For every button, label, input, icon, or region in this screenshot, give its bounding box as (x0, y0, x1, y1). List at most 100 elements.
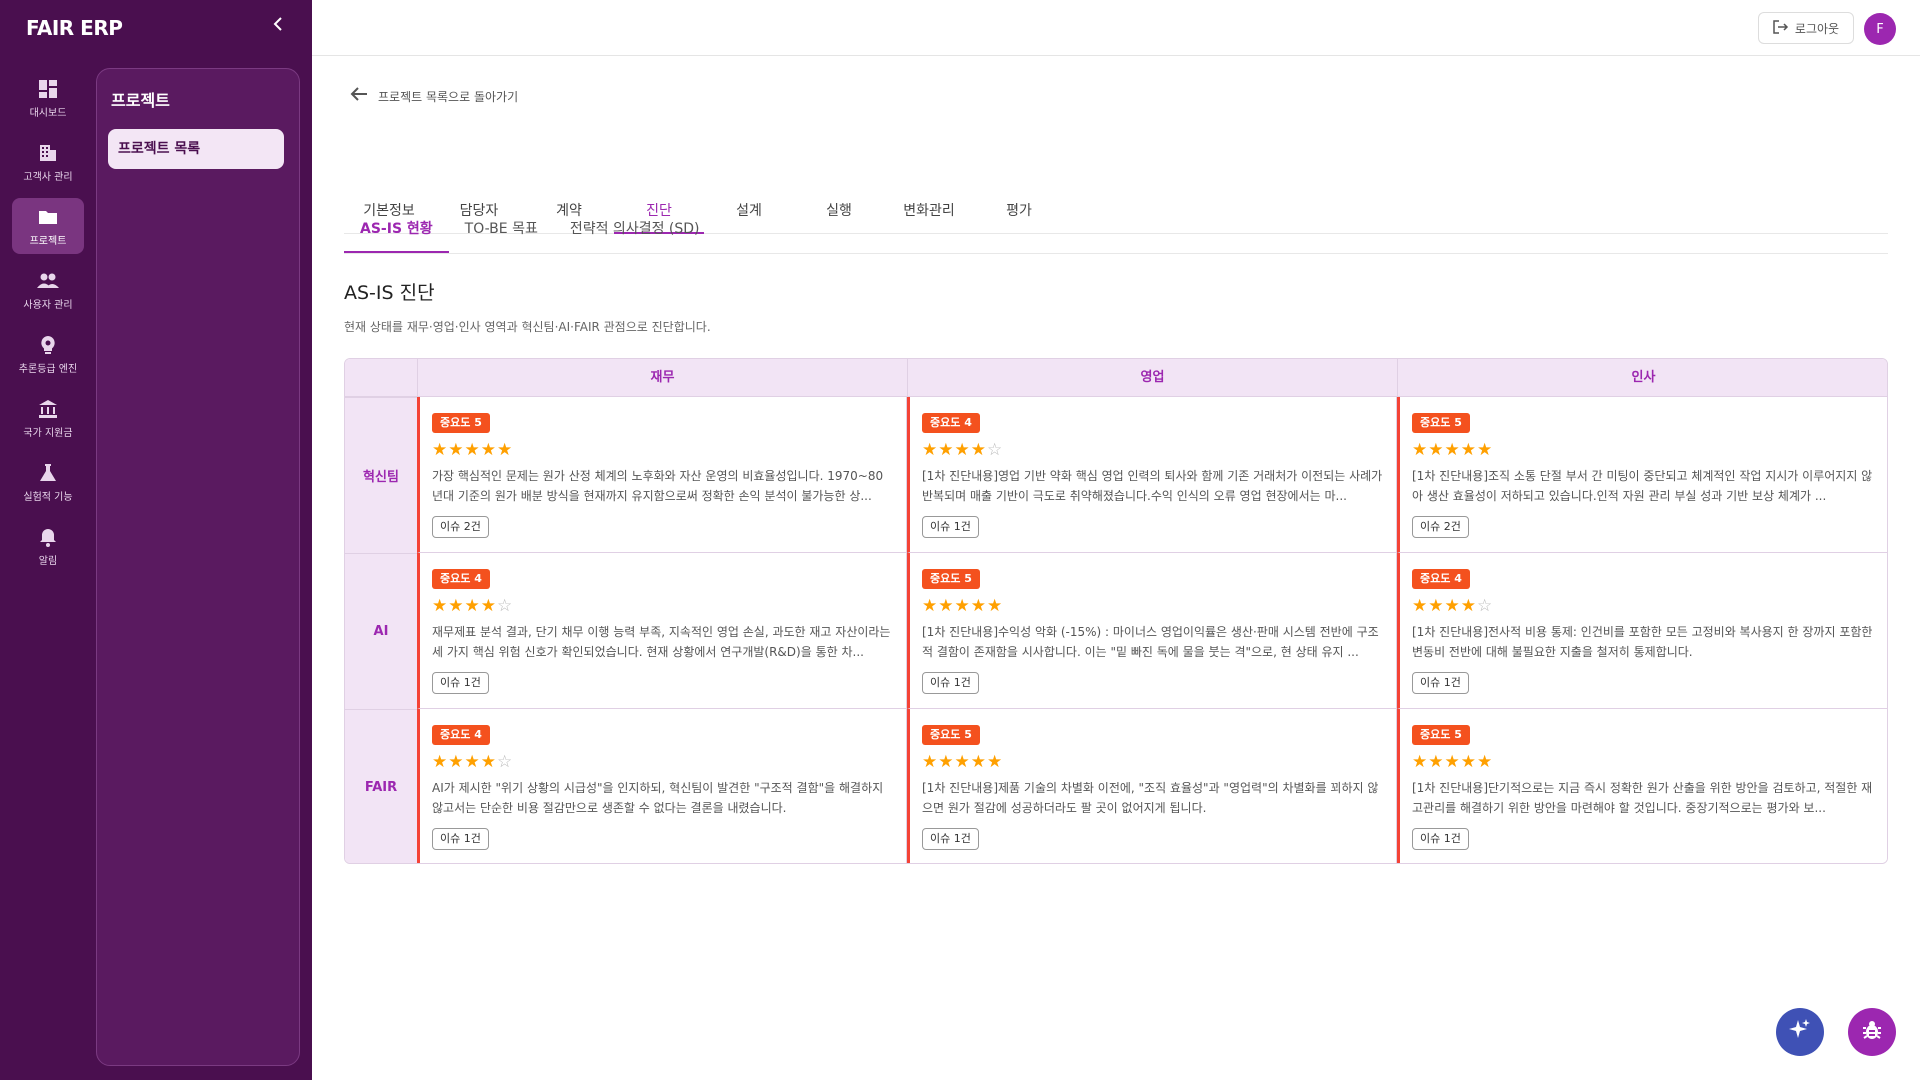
importance-badge: 중요도 4 (922, 413, 980, 433)
back-link[interactable]: 프로젝트 목록으로 돌아가기 (350, 86, 518, 107)
subtab-strategic-decision[interactable]: 전략적 의사결정 (SD) (554, 206, 716, 253)
logout-button[interactable]: 로그아웃 (1758, 12, 1854, 44)
importance-badge: 중요도 5 (922, 569, 980, 589)
diagnosis-card[interactable]: 중요도 4 ★★★★☆ 재무제표 분석 결과, 단기 채무 이행 능력 부족, 지속… (417, 553, 907, 709)
issue-count-chip[interactable]: 이슈 1건 (432, 828, 489, 850)
nav-label: 대시보드 (29, 107, 67, 119)
star-empty-icon: ☆ (497, 596, 514, 616)
logout-icon (1773, 19, 1789, 37)
star-filled-icon: ★ (480, 752, 497, 772)
star-filled-icon: ★ (1428, 752, 1445, 772)
star-filled-icon: ★ (1460, 752, 1477, 772)
bug-icon (1861, 1019, 1883, 1045)
diagnosis-card[interactable]: 중요도 5 ★★★★★ [1차 진단내용]단기적으로는 지금 즉시 정확한 원가 산… (1397, 709, 1887, 863)
issue-count-chip[interactable]: 이슈 1건 (432, 672, 489, 694)
dashboard-icon (37, 78, 59, 100)
nav-item-grants[interactable]: 국가 지원금 (12, 390, 84, 446)
star-empty-icon: ☆ (1477, 596, 1494, 616)
row-header: AI (345, 553, 417, 709)
nav-label: 실험적 기능 (23, 491, 73, 503)
star-filled-icon: ★ (497, 440, 514, 460)
subtab-as-is[interactable]: AS-IS 현황 (344, 206, 449, 253)
issue-count-chip[interactable]: 이슈 1건 (922, 672, 979, 694)
star-filled-icon: ★ (448, 596, 465, 616)
avatar[interactable]: F (1864, 13, 1896, 45)
diagnosis-text: AI가 제시한 "위기 상황의 시급성"을 인지하되, 혁신팀이 발견한 "구조… (432, 781, 884, 815)
importance-badge: 중요도 5 (922, 725, 980, 745)
issue-count-chip[interactable]: 이슈 2건 (1412, 516, 1469, 538)
diagnosis-card[interactable]: 중요도 4 ★★★★☆ [1차 진단내용]전사적 비용 통제: 인건비를 포함한 모… (1397, 553, 1887, 709)
star-filled-icon: ★ (1444, 752, 1461, 772)
star-filled-icon: ★ (1428, 596, 1445, 616)
sub-nav-panel: 프로젝트 프로젝트 목록 (96, 68, 300, 1066)
rating-stars: ★★★★☆ (432, 596, 894, 616)
nav-label: 추론등급 엔진 (18, 363, 78, 375)
diagnosis-text: [1차 진단내용]제품 기술의 차별화 이전에, "조직 효율성"과 "영업력"… (922, 781, 1379, 815)
star-empty-icon: ☆ (987, 440, 1004, 460)
star-filled-icon: ★ (480, 596, 497, 616)
arrow-left-icon (350, 86, 368, 107)
nav-label: 고객사 관리 (23, 171, 73, 183)
star-filled-icon: ★ (1428, 440, 1445, 460)
bug-report-button[interactable] (1848, 1008, 1896, 1056)
flask-icon (37, 462, 59, 484)
issue-count-chip[interactable]: 이슈 1건 (1412, 672, 1469, 694)
nav-item-dashboard[interactable]: 대시보드 (12, 70, 84, 126)
star-empty-icon: ☆ (497, 752, 514, 772)
diagnosis-text: [1차 진단내용]영업 기반 약화 핵심 영업 인력의 퇴사와 함께 기존 거래… (922, 469, 1383, 503)
issue-count-chip[interactable]: 이슈 1건 (1412, 828, 1469, 850)
collapse-sidebar-icon[interactable] (268, 16, 288, 40)
star-filled-icon: ★ (922, 596, 939, 616)
brand-logo[interactable]: FAIR ERP (26, 16, 123, 40)
diagnosis-text: [1차 진단내용]전사적 비용 통제: 인건비를 포함한 모든 고정비와 복사용… (1412, 625, 1873, 659)
grid-header: 재무 영업 인사 (345, 359, 1887, 397)
issue-count-chip[interactable]: 이슈 2건 (432, 516, 489, 538)
rating-stars: ★★★★★ (1412, 440, 1876, 460)
ai-assistant-button[interactable] (1776, 1008, 1824, 1056)
diagnosis-card[interactable]: 중요도 5 ★★★★★ [1차 진단내용]수익성 악화 (-15%) : 마이너스 … (907, 553, 1397, 709)
section-description: 현재 상태를 재무·영업·인사 영역과 혁신팀·AI·FAIR 관점으로 진단합… (344, 320, 711, 334)
star-filled-icon: ★ (464, 596, 481, 616)
star-filled-icon: ★ (480, 440, 497, 460)
star-filled-icon: ★ (1477, 752, 1494, 772)
star-filled-icon: ★ (1412, 752, 1429, 772)
star-filled-icon: ★ (1444, 596, 1461, 616)
diagnosis-card[interactable]: 중요도 4 ★★★★☆ [1차 진단내용]영업 기반 약화 핵심 영업 인력의 퇴사… (907, 397, 1397, 553)
nav-item-experimental[interactable]: 실험적 기능 (12, 454, 84, 510)
star-filled-icon: ★ (987, 596, 1004, 616)
nav-item-reasoning-engine[interactable]: 추론등급 엔진 (12, 326, 84, 382)
people-icon (37, 270, 59, 292)
rating-stars: ★★★★★ (1412, 752, 1876, 772)
star-filled-icon: ★ (448, 752, 465, 772)
diagnosis-text: 재무제표 분석 결과, 단기 채무 이행 능력 부족, 지속적인 영업 손실, … (432, 625, 891, 659)
nav-item-projects[interactable]: 프로젝트 (12, 198, 84, 254)
star-filled-icon: ★ (1460, 440, 1477, 460)
star-filled-icon: ★ (432, 440, 449, 460)
diagnosis-card[interactable]: 중요도 4 ★★★★☆ AI가 제시한 "위기 상황의 시급성"을 인지하되, 혁신… (417, 709, 907, 863)
rating-stars: ★★★★★ (922, 752, 1384, 772)
nav-item-notifications[interactable]: 알림 (12, 518, 84, 574)
sub-nav-item-project-list[interactable]: 프로젝트 목록 (108, 129, 284, 169)
star-filled-icon: ★ (970, 752, 987, 772)
star-filled-icon: ★ (970, 440, 987, 460)
subtab-to-be[interactable]: TO-BE 목표 (449, 206, 554, 253)
issue-count-chip[interactable]: 이슈 1건 (922, 828, 979, 850)
star-filled-icon: ★ (1412, 440, 1429, 460)
star-filled-icon: ★ (938, 596, 955, 616)
diagnosis-text: [1차 진단내용]조직 소통 단절 부서 간 미팅이 중단되고 체계적인 작업 … (1412, 469, 1873, 503)
rating-stars: ★★★★★ (922, 596, 1384, 616)
diagnosis-card[interactable]: 중요도 5 ★★★★★ [1차 진단내용]제품 기술의 차별화 이전에, "조직 효… (907, 709, 1397, 863)
nav-label: 사용자 관리 (23, 299, 73, 311)
column-header: 인사 (1397, 359, 1887, 397)
nav-item-users[interactable]: 사용자 관리 (12, 262, 84, 318)
nav-item-clients[interactable]: 고객사 관리 (12, 134, 84, 190)
diagnosis-text: [1차 진단내용]수익성 악화 (-15%) : 마이너스 영업이익률은 생산·… (922, 625, 1379, 659)
diagnosis-card[interactable]: 중요도 5 ★★★★★ [1차 진단내용]조직 소통 단절 부서 간 미팅이 중단되… (1397, 397, 1887, 553)
nav-list: 대시보드 고객사 관리 프로젝트 사용자 관리 추론등급 엔진 국가 지원금 실… (12, 70, 84, 582)
rating-stars: ★★★★★ (432, 440, 894, 460)
diagnosis-card[interactable]: 중요도 5 ★★★★★ 가장 핵심적인 문제는 원가 산정 체계의 노후화와 자산 … (417, 397, 907, 553)
star-filled-icon: ★ (464, 752, 481, 772)
importance-badge: 중요도 5 (1412, 725, 1470, 745)
issue-count-chip[interactable]: 이슈 1건 (922, 516, 979, 538)
star-filled-icon: ★ (1460, 596, 1477, 616)
